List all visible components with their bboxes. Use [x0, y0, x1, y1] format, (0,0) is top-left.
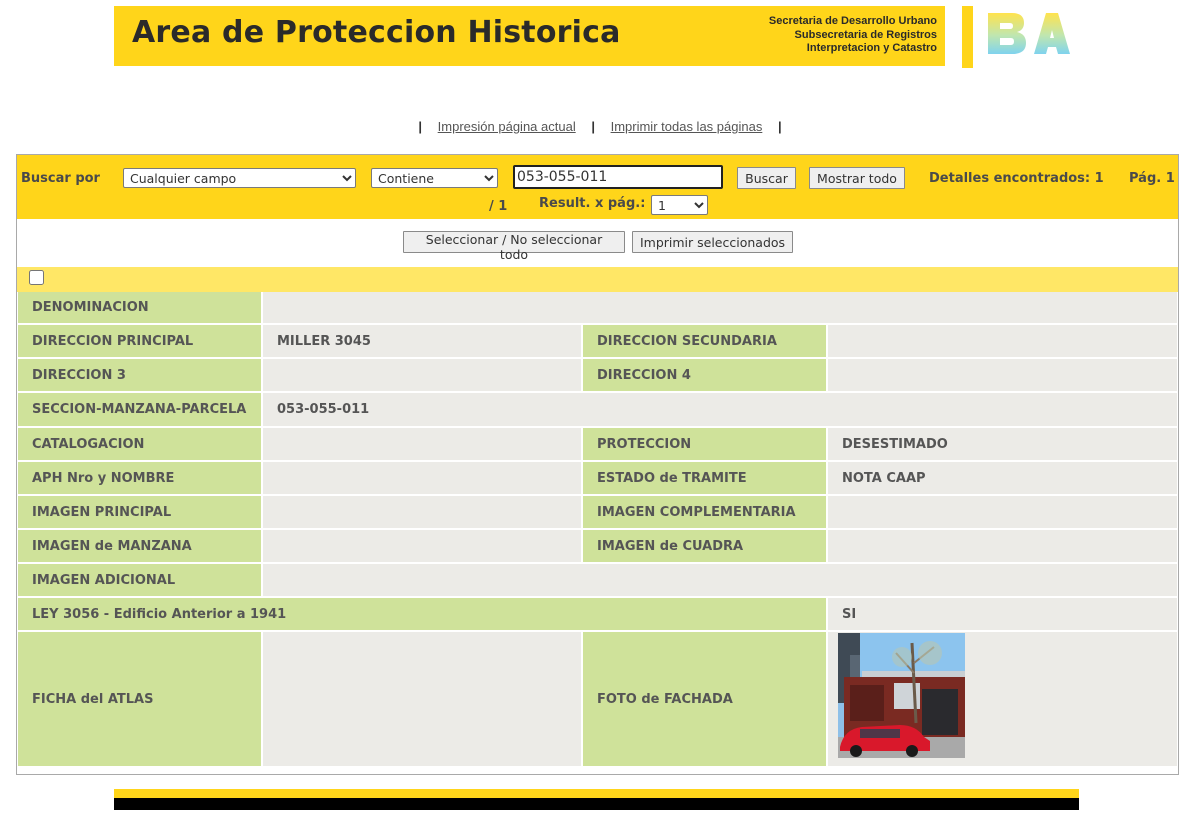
- imagen-cuadra-value: [828, 530, 1177, 562]
- current-page: Pág. 1: [1129, 171, 1175, 186]
- denominacion-value: [263, 292, 1177, 323]
- direccion-3-label: DIRECCION 3: [18, 359, 261, 391]
- show-all-button[interactable]: Mostrar todo: [809, 167, 905, 189]
- imagen-adicional-label: IMAGEN ADICIONAL: [18, 564, 261, 596]
- direccion-4-value: [828, 359, 1177, 391]
- direccion-4-label: DIRECCION 4: [583, 359, 826, 391]
- search-input[interactable]: [513, 165, 723, 189]
- ficha-atlas-value: [263, 632, 581, 766]
- ley-3056-value: SI: [828, 598, 1177, 630]
- header-divider-bar: [962, 6, 973, 68]
- imagen-manzana-value: [263, 530, 581, 562]
- print-selected-button[interactable]: Imprimir seleccionados: [632, 231, 793, 253]
- subtitle-line-1: Secretaria de Desarrollo Urbano: [768, 15, 937, 27]
- record-select-row: [17, 267, 1178, 292]
- imagen-manzana-label: IMAGEN de MANZANA: [18, 530, 261, 562]
- subtitle-line-2: Subsecretaria de Registros: [794, 28, 937, 41]
- footer-black-bar: [114, 798, 1079, 810]
- results-found-count: Detalles encontrados: 1: [929, 171, 1104, 186]
- estado-tramite-value: NOTA CAAP: [828, 462, 1177, 494]
- foto-fachada-label: FOTO de FACHADA: [583, 632, 826, 766]
- link-separator: |: [418, 119, 423, 134]
- direccion-secundaria-label: DIRECCION SECUNDARIA: [583, 325, 826, 357]
- catalogacion-value: [263, 428, 581, 460]
- header-subtitle: Secretaria de Desarrollo Urbano Subsecre…: [769, 15, 937, 56]
- search-by-label: Buscar por: [21, 171, 100, 186]
- link-separator: |: [777, 119, 782, 134]
- imagen-principal-label: IMAGEN PRINCIPAL: [18, 496, 261, 528]
- direccion-principal-value: MILLER 3045: [263, 325, 581, 357]
- direccion-secundaria-value: [828, 325, 1177, 357]
- search-operator-select[interactable]: Contiene: [371, 168, 498, 188]
- denominacion-label: DENOMINACION: [18, 292, 261, 323]
- ficha-atlas-label: FICHA del ATLAS: [18, 632, 261, 766]
- catalogacion-label: CATALOGACION: [18, 428, 261, 460]
- ley-3056-label: LEY 3056 - Edificio Anterior a 1941: [18, 598, 826, 630]
- print-all-pages-link[interactable]: Imprimir todas las páginas: [611, 119, 763, 134]
- imagen-adicional-value: [263, 564, 1177, 596]
- aph-label: APH Nro y NOMBRE: [18, 462, 261, 494]
- results-per-page-select[interactable]: 1: [651, 195, 708, 215]
- seccion-manzana-parcela-label: SECCION-MANZANA-PARCELA: [18, 393, 261, 426]
- page-title: Area de Proteccion Historica: [132, 15, 621, 50]
- results-per-page-label: Result. x pág.:: [539, 196, 646, 211]
- print-current-page-link[interactable]: Impresión página actual: [438, 119, 576, 134]
- proteccion-value: DESESTIMADO: [828, 428, 1177, 460]
- print-links: | Impresión página actual | Imprimir tod…: [0, 119, 1200, 134]
- select-all-button[interactable]: Seleccionar / No seleccionar todo: [403, 231, 625, 262]
- seccion-manzana-parcela-value: 053-055-011: [263, 393, 1177, 426]
- direccion-3-value: [263, 359, 581, 391]
- imagen-principal-value: [263, 496, 581, 528]
- search-bar: Buscar por Cualquier campo Contiene Busc…: [17, 155, 1178, 219]
- record-checkbox[interactable]: [29, 270, 44, 285]
- search-field-select[interactable]: Cualquier campo: [123, 168, 356, 188]
- results-frame: Buscar por Cualquier campo Contiene Busc…: [16, 154, 1179, 775]
- direccion-principal-label: DIRECCION PRINCIPAL: [18, 325, 261, 357]
- imagen-complementaria-value: [828, 496, 1177, 528]
- proteccion-label: PROTECCION: [583, 428, 826, 460]
- aph-value: [263, 462, 581, 494]
- footer-yellow-bar: [114, 789, 1079, 798]
- search-button[interactable]: Buscar: [737, 167, 796, 189]
- estado-tramite-label: ESTADO de TRAMITE: [583, 462, 826, 494]
- ba-logo: [988, 13, 1070, 54]
- total-pages: / 1: [489, 199, 508, 214]
- imagen-complementaria-label: IMAGEN COMPLEMENTARIA: [583, 496, 826, 528]
- subtitle-line-3: Interpretacion y Catastro: [806, 42, 937, 54]
- imagen-cuadra-label: IMAGEN de CUADRA: [583, 530, 826, 562]
- header-banner: Area de Proteccion Historica Secretaria …: [114, 6, 945, 66]
- facade-photo[interactable]: [838, 633, 965, 758]
- link-separator: |: [591, 119, 595, 134]
